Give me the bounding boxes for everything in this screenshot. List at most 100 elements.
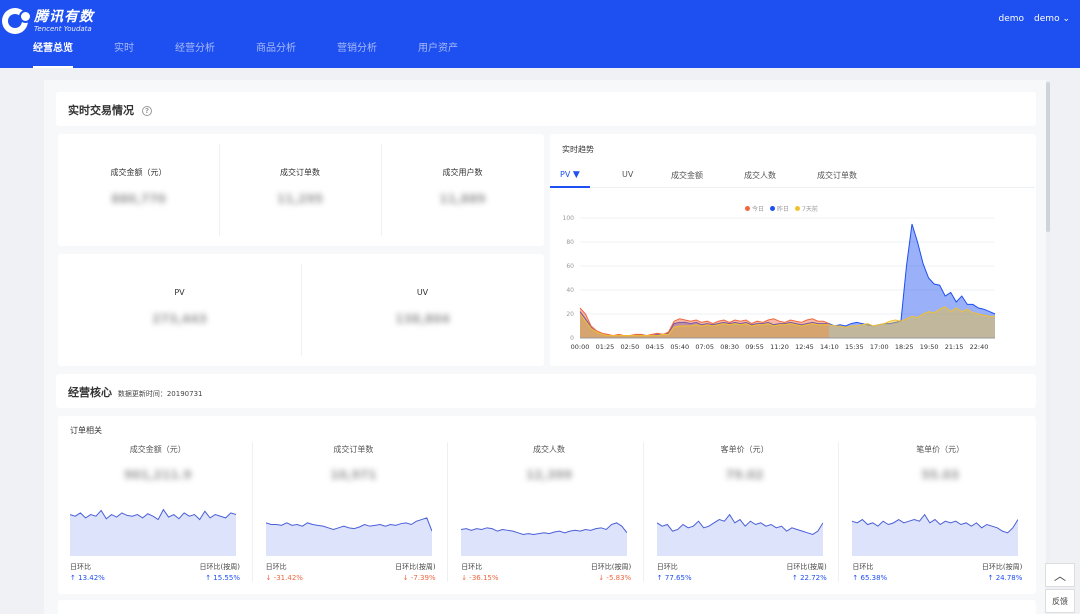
wow-value: ↑ 15.55% bbox=[205, 574, 240, 582]
y-tick-label: 20 bbox=[566, 311, 574, 318]
sparkline-chart bbox=[461, 522, 628, 556]
sparkline-chart bbox=[70, 508, 236, 556]
help-icon[interactable]: ? bbox=[142, 106, 152, 116]
filter-icon[interactable]: ▼ bbox=[573, 170, 580, 180]
orders-title: 订单相关 bbox=[70, 426, 102, 435]
order-card-title: 成交订单数 bbox=[333, 445, 374, 454]
chart-legend: 今日 昨日 7天前 bbox=[745, 204, 818, 213]
series-line bbox=[579, 223, 996, 337]
nav-overview[interactable]: 经营总览 bbox=[33, 42, 73, 68]
arrow-up-icon: ↑ bbox=[205, 574, 212, 582]
kpi-amount-label: 成交金额（元） bbox=[110, 168, 167, 177]
order-card-title: 客单价（元） bbox=[720, 445, 769, 454]
x-tick-label: 22:40 bbox=[970, 343, 989, 351]
tab-uv[interactable]: UV bbox=[622, 170, 633, 179]
order-card-title: 成交金额（元） bbox=[129, 445, 186, 454]
x-tick-label: 17:00 bbox=[870, 343, 889, 351]
chevron-up-icon: ︿ bbox=[1053, 568, 1066, 583]
nav-users[interactable]: 用户资产 bbox=[418, 42, 458, 68]
wow-label: 日环比(按周) bbox=[786, 563, 827, 571]
wow-value: ↓ -5.83% bbox=[598, 574, 632, 582]
realtime-title: 实时交易情况 bbox=[68, 104, 134, 117]
tab-buyers[interactable]: 成交人数 bbox=[744, 170, 776, 181]
y-tick-label: 40 bbox=[566, 287, 574, 294]
x-tick-label: 14:10 bbox=[820, 343, 839, 351]
feedback-button[interactable]: 反馈 bbox=[1045, 589, 1075, 613]
series-area bbox=[580, 224, 995, 338]
main-content: 实时交易情况? 成交金额（元） 880,770 成交订单数 11,295 成交用… bbox=[44, 80, 1049, 614]
trend-card: 实时趋势 PV ▼ UV 成交金额 成交人数 成交订单数 今日 昨日 7天前 0… bbox=[550, 134, 1036, 366]
scrollbar-thumb[interactable] bbox=[1046, 82, 1050, 232]
order-card-value: 12,399 bbox=[525, 468, 573, 482]
x-tick-label: 05:40 bbox=[670, 343, 689, 351]
orders-card: 订单相关 成交金额（元） 901,211.9 日环比 ↑ 13.42% 日环比(… bbox=[58, 416, 1036, 594]
sparkline-area bbox=[656, 514, 823, 556]
x-tick-label: 09:55 bbox=[745, 343, 764, 351]
user-area: demo demo ⌄ bbox=[999, 14, 1070, 24]
x-tick-label: 21:15 bbox=[945, 343, 964, 351]
wow-label: 日环比(按周) bbox=[981, 563, 1023, 571]
logo-title: 腾讯有数 bbox=[34, 8, 94, 25]
update-label: 数据更新时间： bbox=[117, 390, 167, 398]
nav-realtime[interactable]: 实时 bbox=[114, 42, 134, 68]
sparkline-chart bbox=[852, 513, 1019, 556]
kpi-top-card: 成交金额（元） 880,770 成交订单数 11,295 成交用户数 11,88… bbox=[58, 134, 544, 246]
next-card bbox=[58, 600, 1036, 614]
y-tick-label: 80 bbox=[566, 239, 574, 246]
core-header: 经营核心 数据更新时间：20190731 bbox=[56, 374, 1036, 408]
sparkline-chart bbox=[656, 513, 823, 556]
x-tick-label: 11:20 bbox=[770, 343, 789, 351]
nav-business[interactable]: 经营分析 bbox=[175, 42, 215, 68]
x-tick-label: 00:00 bbox=[571, 343, 590, 351]
kpi-orders-value: 11,295 bbox=[276, 192, 324, 206]
kpi-pv-label: PV bbox=[174, 288, 185, 297]
order-card-value: 10,971 bbox=[330, 468, 377, 482]
order-card-value: 55.03 bbox=[921, 468, 960, 482]
user-menu[interactable]: demo ⌄ bbox=[1034, 14, 1070, 24]
y-tick-label: 0 bbox=[570, 335, 574, 342]
kpi-users-value: 11,889 bbox=[439, 192, 486, 206]
series-area bbox=[580, 308, 829, 338]
kpi-bottom-card: PV 273,443 UV 138,804 bbox=[58, 254, 544, 366]
legend-today[interactable]: 今日 bbox=[745, 204, 764, 213]
wow-value: ↑ 24.78% bbox=[987, 574, 1023, 582]
y-tick-label: 100 bbox=[563, 215, 575, 222]
legend-yesterday[interactable]: 昨日 bbox=[770, 204, 789, 213]
kpi-uv-value: 138,804 bbox=[395, 312, 450, 326]
realtime-header: 实时交易情况? bbox=[56, 92, 1036, 126]
update-date: 20190731 bbox=[166, 390, 203, 398]
x-tick-label: 07:05 bbox=[695, 343, 714, 351]
wow-value: ↓ -7.39% bbox=[402, 574, 436, 582]
arrow-up-icon: ↑ bbox=[987, 574, 994, 582]
nav-products[interactable]: 商品分析 bbox=[256, 42, 296, 68]
kpi-orders-label: 成交订单数 bbox=[280, 168, 320, 177]
tab-pv[interactable]: PV ▼ bbox=[560, 170, 580, 180]
wow-label: 日环比(按周) bbox=[590, 563, 632, 571]
logo-icon bbox=[2, 8, 32, 34]
tab-orders[interactable]: 成交订单数 bbox=[817, 170, 857, 181]
arrow-down-icon: ↓ bbox=[598, 574, 605, 582]
nav-marketing[interactable]: 营销分析 bbox=[337, 42, 377, 68]
workspace-name[interactable]: demo bbox=[999, 14, 1025, 24]
legend-week-ago[interactable]: 7天前 bbox=[795, 204, 818, 213]
tab-amount[interactable]: 成交金额 bbox=[671, 170, 703, 181]
kpi-uv-label: UV bbox=[416, 288, 429, 297]
logo[interactable]: 腾讯有数 Tencent Youdata bbox=[2, 6, 94, 36]
order-card-value: 79.02 bbox=[725, 468, 764, 482]
arrow-down-icon: ↓ bbox=[402, 574, 409, 582]
order-card-title: 笔单价（元） bbox=[916, 445, 965, 454]
trend-tabs: PV ▼ UV 成交金额 成交人数 成交订单数 bbox=[550, 168, 1035, 188]
x-tick-label: 08:30 bbox=[720, 343, 739, 351]
back-to-top-button[interactable]: ︿ bbox=[1045, 563, 1075, 587]
x-tick-label: 18:25 bbox=[895, 343, 914, 351]
y-tick-label: 60 bbox=[566, 263, 574, 270]
kpi-users-label: 成交用户数 bbox=[442, 168, 483, 177]
x-tick-label: 01:25 bbox=[596, 343, 615, 351]
wow-label: 日环比(按周) bbox=[199, 563, 240, 571]
trend-title: 实时趋势 bbox=[562, 145, 594, 154]
scrollbar[interactable] bbox=[1046, 80, 1050, 614]
series-area bbox=[580, 306, 995, 338]
order-card-title: 成交人数 bbox=[532, 445, 565, 454]
core-title: 经营核心 bbox=[68, 386, 112, 399]
arrow-up-icon: ↑ bbox=[791, 574, 798, 582]
